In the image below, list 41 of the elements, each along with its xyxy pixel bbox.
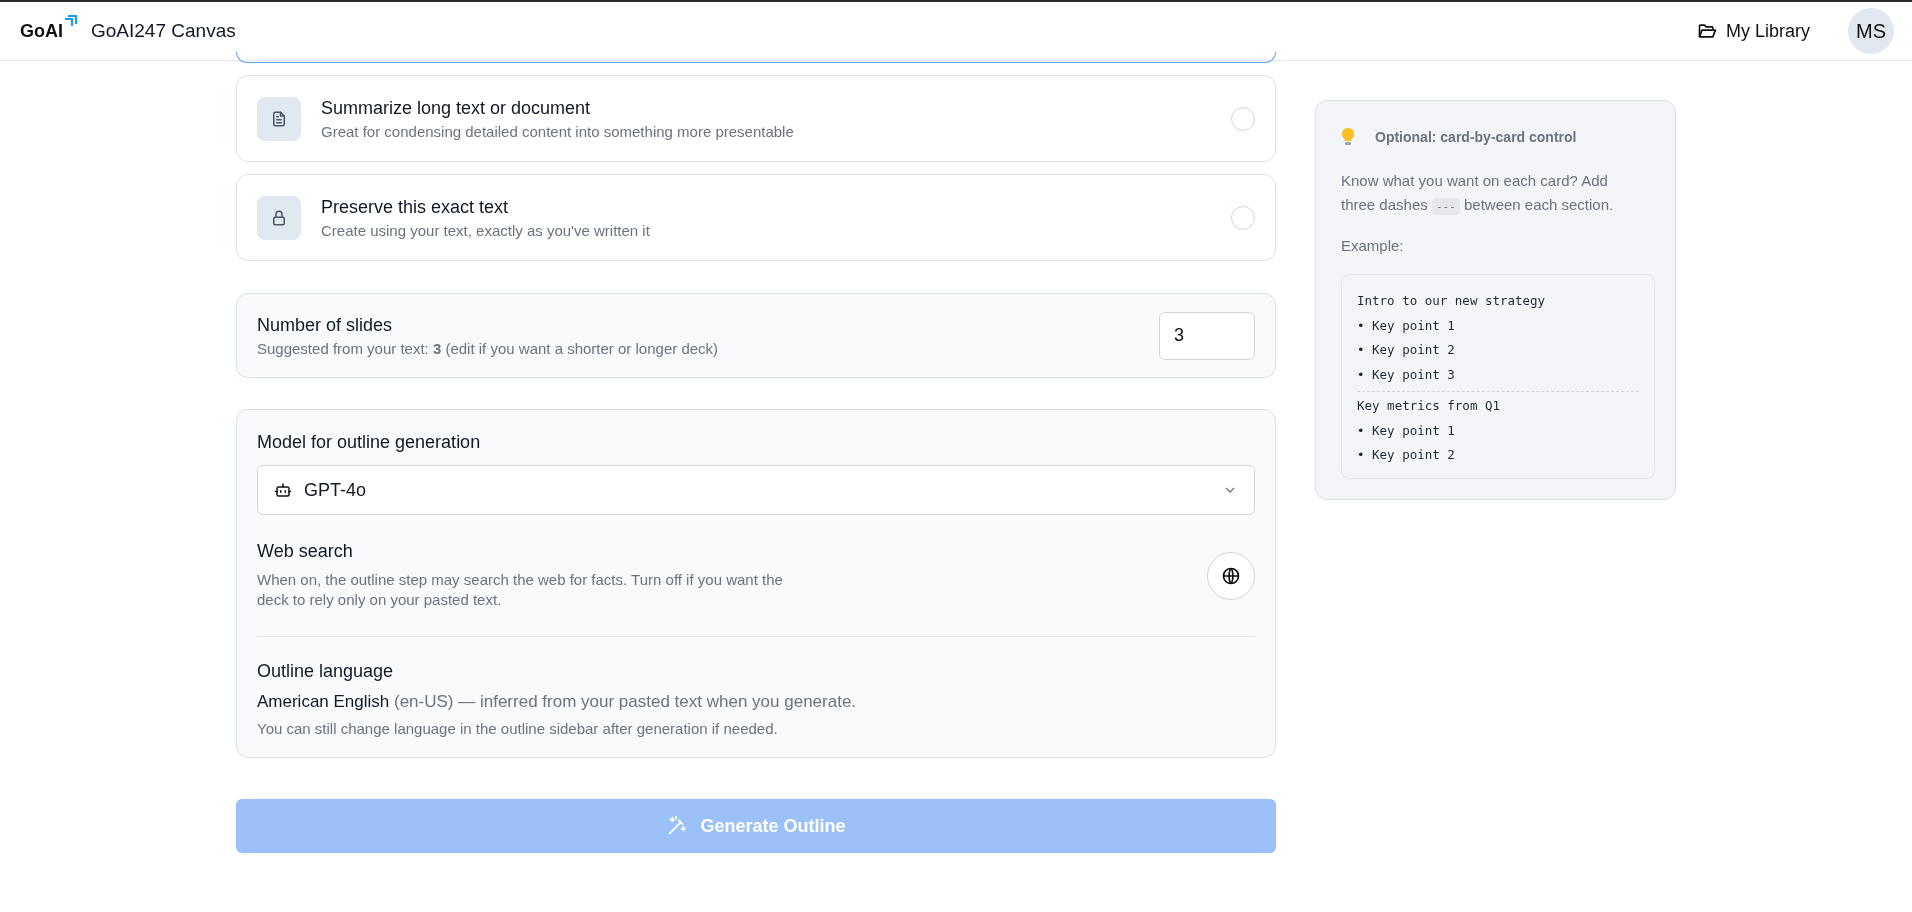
my-library-link[interactable]: My Library [1697, 20, 1810, 42]
code-line: • Key point 2 [1357, 446, 1456, 464]
folder-icon [1697, 21, 1717, 41]
globe-icon [1221, 565, 1241, 586]
slides-label: Number of slides [257, 314, 394, 336]
app-title: GoAI247 Canvas [91, 20, 236, 42]
code-line: • Key point 3 [1357, 365, 1456, 384]
magic-wand-icon [666, 815, 689, 837]
web-search-toggle[interactable] [1207, 551, 1255, 600]
tip-text: Know what you want on each card? Add three dashes --- between each section. [1341, 171, 1615, 217]
language-label: Outline language [257, 661, 395, 682]
code-line: • Key point 1 [1357, 316, 1456, 335]
option-card[interactable]: Summarize long text or document Great for condensing detailed content into something more presentable [236, 75, 1276, 162]
code-line: Key metrics from Q1 [1357, 397, 1501, 415]
radio-button[interactable] [1231, 205, 1255, 230]
model-label: Model for outline generation [257, 432, 482, 453]
option-description: Great for condensing detailed content into something more presentable [321, 122, 795, 140]
language-detected: American English (en-US) — inferred from your pasted text when you generate. [257, 692, 858, 712]
option-description: Create using your text, exactly as you've written it [321, 221, 651, 239]
radio-button[interactable] [1231, 106, 1255, 131]
web-search-description: When on, the outline step may search the web for facts. Turn off if you want the deck to rely only on your pasted text. [257, 570, 784, 610]
option-title: Preserve this exact text [321, 196, 510, 218]
user-avatar[interactable]: MS [1848, 8, 1894, 54]
robot-icon [274, 481, 292, 499]
lightbulb-icon [1341, 127, 1355, 147]
language-note: You can still change language in the outline sidebar after generation if needed. [257, 720, 779, 737]
example-label: Example: [1341, 237, 1405, 254]
option-title: Summarize long text or document [321, 97, 592, 119]
web-search-label: Web search [257, 541, 354, 562]
document-icon [257, 96, 301, 141]
tip-title: Optional: card-by-card control [1375, 129, 1577, 145]
model-dropdown[interactable]: GPT-4o [257, 465, 1255, 515]
slides-hint: Suggested from your text: 3 (edit if you want a shorter or longer deck) [257, 339, 720, 357]
slides-input[interactable]: 3 [1159, 311, 1255, 360]
code-line: • Key point 1 [1357, 421, 1456, 440]
code-line: Intro to our new strategy [1357, 292, 1547, 310]
code-line: • Key point 2 [1357, 341, 1456, 359]
logo: GoAI [20, 20, 77, 42]
lock-icon [257, 195, 301, 240]
option-card[interactable]: Preserve this exact text Create using your text, exactly as you've written it [236, 174, 1276, 261]
arrow-icon [63, 14, 77, 29]
